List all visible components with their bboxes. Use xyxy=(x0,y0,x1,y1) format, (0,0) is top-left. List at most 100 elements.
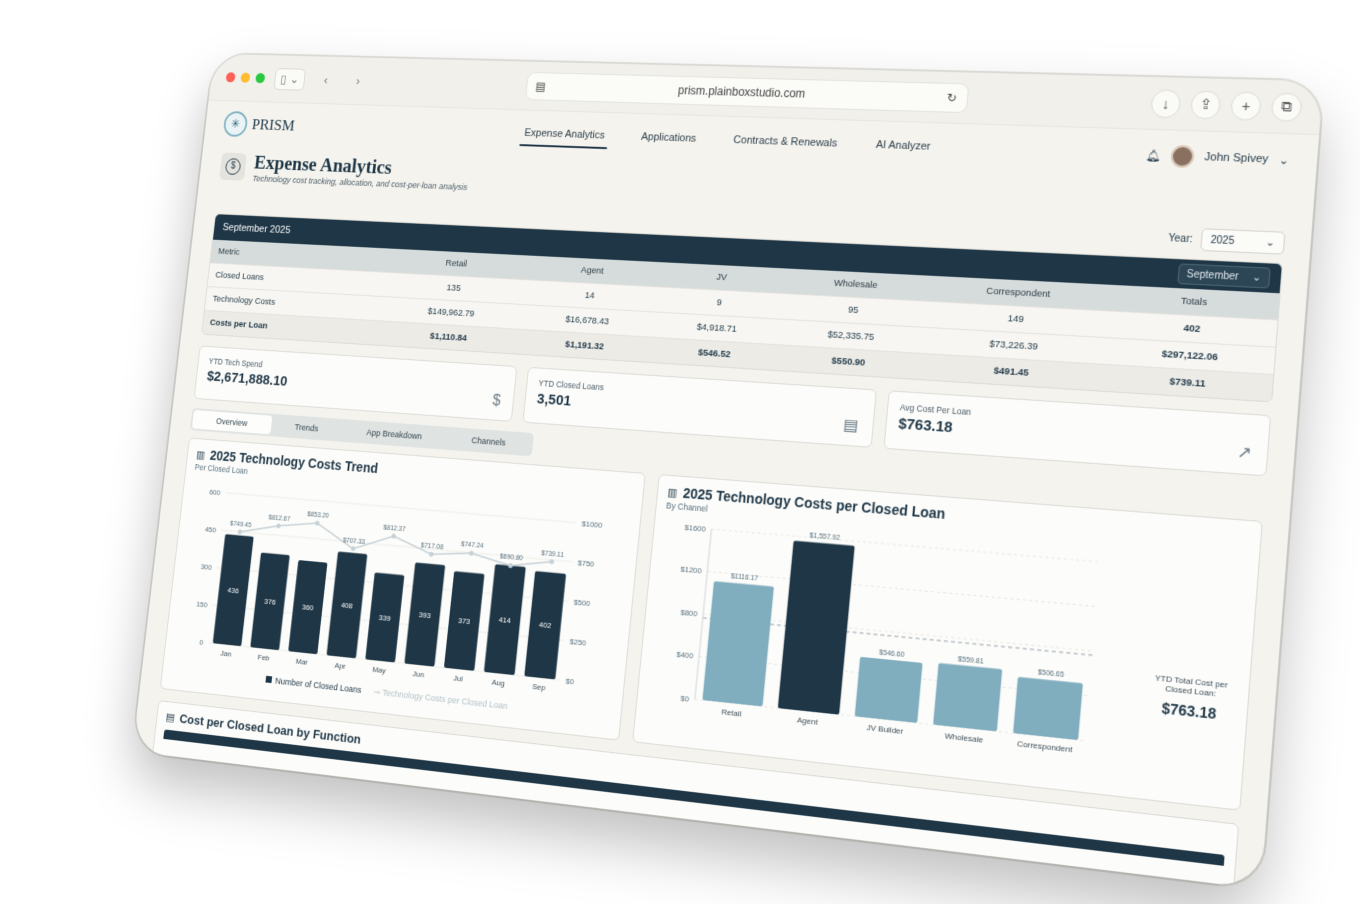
share-button[interactable]: ⇪ xyxy=(1190,90,1222,119)
bar-value-label: 436 xyxy=(227,585,239,595)
maximize-window-button[interactable] xyxy=(255,73,265,83)
new-tab-button[interactable]: + xyxy=(1230,91,1262,121)
trend-chart: 6004503001500$1000$750$500$250$0436Jan37… xyxy=(173,472,634,706)
chevron-left-icon: ‹ xyxy=(323,73,328,87)
bar xyxy=(933,663,1002,731)
bar-value-label: $1,557.92 xyxy=(809,532,841,542)
y-right-tick: $1000 xyxy=(581,519,602,530)
bar xyxy=(1013,677,1083,740)
line-point xyxy=(391,534,396,539)
stat-card-avg-cost: Avg Cost Per Loan $763.18 ↗ xyxy=(883,390,1271,476)
reload-icon[interactable]: ↻ xyxy=(946,90,957,104)
chevron-down-icon: ⌄ xyxy=(1278,153,1289,167)
x-tick: Mar xyxy=(295,656,308,667)
line-value-label: $812.67 xyxy=(268,514,291,523)
plus-icon: + xyxy=(1241,97,1251,114)
share-icon: ⇪ xyxy=(1199,96,1213,114)
bar-value-label: 360 xyxy=(302,602,314,612)
line-point xyxy=(469,551,474,556)
bell-icon[interactable]: 🔔︎ xyxy=(1145,149,1161,163)
bar-value-label: $559.81 xyxy=(958,655,985,665)
user-name: John Spivey xyxy=(1204,151,1269,166)
avatar xyxy=(1170,145,1195,168)
x-tick: Aug xyxy=(491,677,505,688)
browser-window: ▯ ⌄ ‹ › ▤ prism.plainboxstudio.com ↻ ↓ ⇪… xyxy=(132,54,1323,889)
bar xyxy=(778,541,855,715)
summary-heading: September 2025 xyxy=(222,222,291,236)
download-icon: ↓ xyxy=(1162,95,1171,111)
chevron-down-icon: ⌄ xyxy=(289,72,300,87)
download-button[interactable]: ↓ xyxy=(1150,89,1182,118)
x-tick: Jun xyxy=(412,669,424,680)
close-window-button[interactable] xyxy=(226,72,236,82)
bar-value-label: 376 xyxy=(264,596,276,606)
bar xyxy=(702,581,774,706)
document-icon: ▤ xyxy=(843,415,860,436)
bar-chart-icon: ▥ xyxy=(667,485,678,499)
year-filter: Year: 2025 ⌄ xyxy=(1167,227,1285,255)
line-value-label: $690.80 xyxy=(499,553,523,562)
dollar-icon: $ xyxy=(492,393,502,411)
logo[interactable]: ✳ PRISM xyxy=(223,111,296,139)
address-bar[interactable]: ▤ prism.plainboxstudio.com ↻ xyxy=(524,71,969,112)
y-tick: $0 xyxy=(680,693,689,704)
tab-trends[interactable]: Trends xyxy=(270,416,343,440)
year-label: Year: xyxy=(1168,232,1193,244)
main-nav: Expense Analytics Applications Contracts… xyxy=(519,122,935,161)
tab-contracts-renewals[interactable]: Contracts & Renewals xyxy=(728,128,842,157)
prism-logo-icon: ✳ xyxy=(223,111,249,137)
user-menu[interactable]: 🔔︎ John Spivey ⌄ xyxy=(1145,144,1290,171)
forward-button[interactable]: › xyxy=(346,70,371,93)
line-value-label: $739.11 xyxy=(541,550,565,559)
tab-channels[interactable]: Channels xyxy=(446,429,532,455)
back-button[interactable]: ‹ xyxy=(314,69,338,91)
bar-value-label: 402 xyxy=(539,620,552,631)
month-select[interactable]: September ⌄ xyxy=(1177,263,1270,288)
y-tick: $800 xyxy=(680,607,698,618)
chevron-right-icon: › xyxy=(355,74,360,88)
year-select[interactable]: 2025 ⌄ xyxy=(1200,228,1285,254)
x-tick: Wholesale xyxy=(945,731,984,745)
stat-card-ytd-loans: YTD Closed Loans 3,501 ▤ xyxy=(523,367,877,448)
bar xyxy=(855,657,923,723)
tab-expense-analytics[interactable]: Expense Analytics xyxy=(519,122,609,150)
tab-overview[interactable]: Overview xyxy=(192,410,272,434)
line-value-label: $749.45 xyxy=(230,520,252,529)
x-tick: Agent xyxy=(797,715,819,727)
x-tick: Apr xyxy=(334,661,346,671)
bar-chart-icon: ▥ xyxy=(196,448,206,461)
chevron-down-icon: ⌄ xyxy=(1252,272,1262,284)
legend-bars: Number of Closed Loans xyxy=(265,675,362,696)
tab-ai-analyzer[interactable]: AI Analyzer xyxy=(871,133,936,161)
sidebar-icon: ▯ xyxy=(280,71,288,86)
minimize-window-button[interactable] xyxy=(240,73,250,83)
line-value-label: $812.37 xyxy=(383,524,406,533)
tab-overview-button[interactable]: ⧉ xyxy=(1270,92,1302,122)
bar-value-label: $546.60 xyxy=(879,649,905,659)
y-tick: $400 xyxy=(676,650,694,661)
y-left-tick: 0 xyxy=(199,638,204,647)
x-tick: Feb xyxy=(257,652,270,662)
window-controls xyxy=(226,72,266,83)
x-tick: Retail xyxy=(721,707,742,719)
page-icon: ▤ xyxy=(535,79,546,92)
url-text: prism.plainboxstudio.com xyxy=(677,83,805,100)
expense-icon: $ xyxy=(219,152,247,180)
y-tick: $1200 xyxy=(680,565,702,576)
sidebar-toggle-button[interactable]: ▯ ⌄ xyxy=(274,68,307,91)
y-right-tick: $750 xyxy=(577,558,594,569)
bar-value-label: 414 xyxy=(498,615,511,626)
bar-value-label: 339 xyxy=(378,612,391,622)
line-point xyxy=(276,523,281,528)
x-tick: Sep xyxy=(532,682,546,693)
line-value-label: $853.20 xyxy=(307,511,330,520)
y-left-tick: 300 xyxy=(200,562,212,572)
tab-app-breakdown[interactable]: App Breakdown xyxy=(341,421,447,448)
y-right-tick: $500 xyxy=(573,597,590,608)
y-tick: $1600 xyxy=(684,522,706,533)
y-right-tick: $0 xyxy=(565,676,574,686)
y-left-tick: 600 xyxy=(209,487,221,497)
logo-text: PRISM xyxy=(251,116,296,136)
tab-applications[interactable]: Applications xyxy=(636,125,701,152)
bar-value-label: 408 xyxy=(341,600,354,610)
